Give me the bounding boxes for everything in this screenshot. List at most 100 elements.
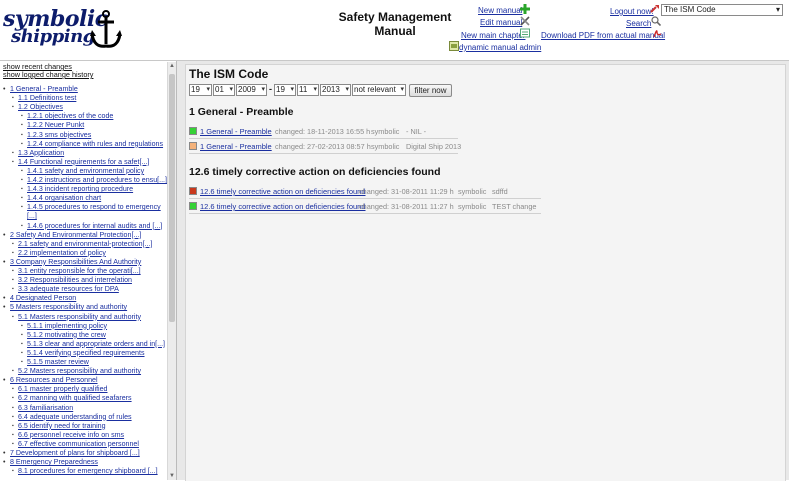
tree-item[interactable]: 5.2 Masters responsibility and authority — [12, 367, 141, 376]
chapter-icon — [520, 28, 530, 38]
tree-item[interactable]: 1.4.2 instructions and procedures to ens… — [21, 176, 167, 185]
status-marker — [189, 142, 197, 150]
download-pdf-link[interactable]: Download PDF from actual manual — [541, 31, 665, 40]
from-month-select[interactable]: 01 — [213, 84, 235, 96]
tree-item[interactable]: 5.1.1 implementing policy — [21, 322, 107, 331]
page-title: Safety Management Manual — [320, 10, 470, 38]
to-day-value: 19 — [276, 85, 285, 94]
tree-item[interactable]: 6.3 familiarisation — [12, 404, 73, 413]
tree-item[interactable]: 1.3 Application — [12, 149, 64, 158]
tree-item[interactable]: 1.2.2 Neuer Punkt — [21, 121, 84, 130]
to-day-select[interactable]: 19 — [274, 84, 296, 96]
sidebar-scrollbar[interactable]: ▲ ▼ — [167, 62, 176, 480]
tree-item[interactable]: 8.1 procedures for emergency shipboard [… — [12, 467, 158, 476]
to-year-select[interactable]: 2013 — [320, 84, 351, 96]
tree-item[interactable]: 2.1 safety and environmental-protection[… — [12, 240, 152, 249]
document-select[interactable]: The ISM Code ▾ — [661, 4, 783, 16]
tree-item[interactable]: 3.2 Responsibilities and interrelation — [12, 276, 132, 285]
dynamic-manual-admin-link[interactable]: dynamic manual admin — [459, 43, 541, 52]
change-entry-link[interactable]: 1 General - Preamble — [200, 127, 272, 136]
tree-item[interactable]: 1 General - Preamble — [3, 85, 78, 94]
new-main-chapter-link[interactable]: New main chapter — [461, 31, 525, 40]
scrollbar-thumb[interactable] — [169, 74, 175, 322]
sidebar: show recent changes show logged change h… — [0, 61, 177, 480]
tree-item[interactable]: 1.4.4 organisation chart — [21, 194, 101, 203]
relevance-select[interactable]: not relevant — [352, 84, 406, 96]
change-user: symbolic — [458, 187, 487, 196]
tree-item[interactable]: 5.1.4 verifying specified requirements — [21, 349, 144, 358]
tree-item[interactable]: 3 Company Responsibilities And Authority — [3, 258, 141, 267]
tree-item[interactable]: 1.2.1 objectives of the code — [21, 112, 113, 121]
tree-item[interactable]: 6.4 adequate understanding of rules — [12, 413, 132, 422]
change-user: symbolic — [371, 142, 400, 151]
edit-manual-link[interactable]: Edit manual — [480, 18, 522, 27]
tree-item[interactable]: 3.1 entity responsible for the operati[.… — [12, 267, 141, 276]
title-line-2: Manual — [374, 24, 416, 38]
tree-item[interactable]: 1.2.3 sms objectives — [21, 131, 91, 140]
status-marker — [189, 202, 197, 210]
main-title: The ISM Code — [189, 67, 269, 81]
change-date: changed: 27-02-2013 08:57 h — [275, 142, 371, 151]
to-year-value: 2013 — [322, 85, 340, 94]
change-note: TEST change — [492, 202, 537, 211]
row-divider — [189, 138, 458, 139]
tree-item[interactable]: 6.6 personnel receive info on sms — [12, 431, 124, 440]
tree-item[interactable]: 6 Resources and Personnel — [3, 376, 98, 385]
tree-item[interactable]: 1.4.6 procedures for internal audits and… — [21, 222, 162, 231]
scroll-up-icon[interactable]: ▲ — [168, 62, 176, 70]
tree-item[interactable]: 6.2 manning with qualified seafarers — [12, 394, 132, 403]
tree-item[interactable]: 1.4.3 incident reporting procedure — [21, 185, 133, 194]
tree-item[interactable]: 1.2 Objectives — [12, 103, 63, 112]
header: symbolic shipping Safety Management Manu… — [0, 0, 789, 61]
from-day-select[interactable]: 19 — [189, 84, 212, 96]
to-month-select[interactable]: 11 — [297, 84, 319, 96]
tree-item[interactable]: 1.1 Definitions test — [12, 94, 76, 103]
tree-item[interactable]: 3.3 adequate resources for DPA — [12, 285, 119, 294]
logo-line-2: shipping — [11, 26, 95, 47]
status-marker — [189, 187, 197, 195]
tree-item[interactable]: [...] — [27, 212, 37, 221]
tree-item[interactable]: 8 Emergency Preparedness — [3, 458, 98, 467]
scroll-down-icon[interactable]: ▼ — [168, 472, 176, 480]
change-entry-link[interactable]: 12.6 timely corrective action on deficie… — [200, 202, 366, 211]
document-select-value: The ISM Code — [664, 5, 716, 14]
new-manual-link[interactable]: New manual — [478, 6, 522, 15]
section-heading: 12.6 timely corrective action on deficie… — [189, 166, 441, 178]
change-note: Digital Ship 2013 — [406, 142, 462, 151]
tree-item[interactable]: 5 Masters responsibility and authority — [3, 303, 127, 312]
filter-now-button[interactable]: filter now — [409, 84, 452, 97]
tree-item[interactable]: 1.4.5 procedures to respond to emergency — [21, 203, 161, 212]
change-user: symbolic — [371, 127, 400, 136]
edit-tools-icon — [520, 16, 530, 26]
tree-item[interactable]: 1.4 Functional requirements for a safet[… — [12, 158, 149, 167]
tree-item[interactable]: 5.1.2 motivating the crew — [21, 331, 106, 340]
tree-item[interactable]: 6.1 master properly qualified — [12, 385, 107, 394]
from-year-value: 2009 — [238, 85, 256, 94]
from-year-select[interactable]: 2009 — [236, 84, 267, 96]
tree-item[interactable]: 1.4.1 safety and environmental policy — [21, 167, 144, 176]
range-dash: - — [269, 84, 272, 94]
tree-item[interactable]: 6.7 effective communication personnel — [12, 440, 139, 449]
title-line-1: Safety Management — [338, 10, 452, 24]
section-heading: 1 General - Preamble — [189, 106, 294, 118]
change-date: changed: 31-08-2011 11:27 h — [359, 202, 454, 211]
change-entry-link[interactable]: 12.6 timely corrective action on deficie… — [200, 187, 366, 196]
tree-item[interactable]: 7 Development of plans for shipboard [..… — [3, 449, 140, 458]
status-marker — [189, 127, 197, 135]
change-date: changed: 18-11-2013 16:55 h — [275, 127, 371, 136]
logout-link[interactable]: Logout now! — [610, 7, 654, 16]
from-month-value: 01 — [215, 85, 224, 94]
tree-item[interactable]: 5.1.3 clear and appropriate orders and i… — [21, 340, 165, 349]
tree-item[interactable]: 5.1 Masters responsibility and authority — [12, 313, 141, 322]
tree-item[interactable]: 5.1.5 master review — [21, 358, 89, 367]
search-link[interactable]: Search — [626, 19, 651, 28]
logo: symbolic shipping — [3, 6, 133, 54]
tree-item[interactable]: 2 Safety And Environmental Protection[..… — [3, 231, 141, 240]
tree-item[interactable]: 4 Designated Person — [3, 294, 76, 303]
tree-item[interactable]: 2.2 implementation of policy — [12, 249, 106, 258]
tree-item[interactable]: 6.5 identify need for training — [12, 422, 106, 431]
tree-item[interactable]: 1.2.4 compliance with rules and regulati… — [21, 140, 163, 149]
change-entry-link[interactable]: 1 General - Preamble — [200, 142, 272, 151]
show-change-history-link[interactable]: show logged change history — [3, 71, 176, 79]
relevance-value: not relevant — [354, 85, 396, 94]
